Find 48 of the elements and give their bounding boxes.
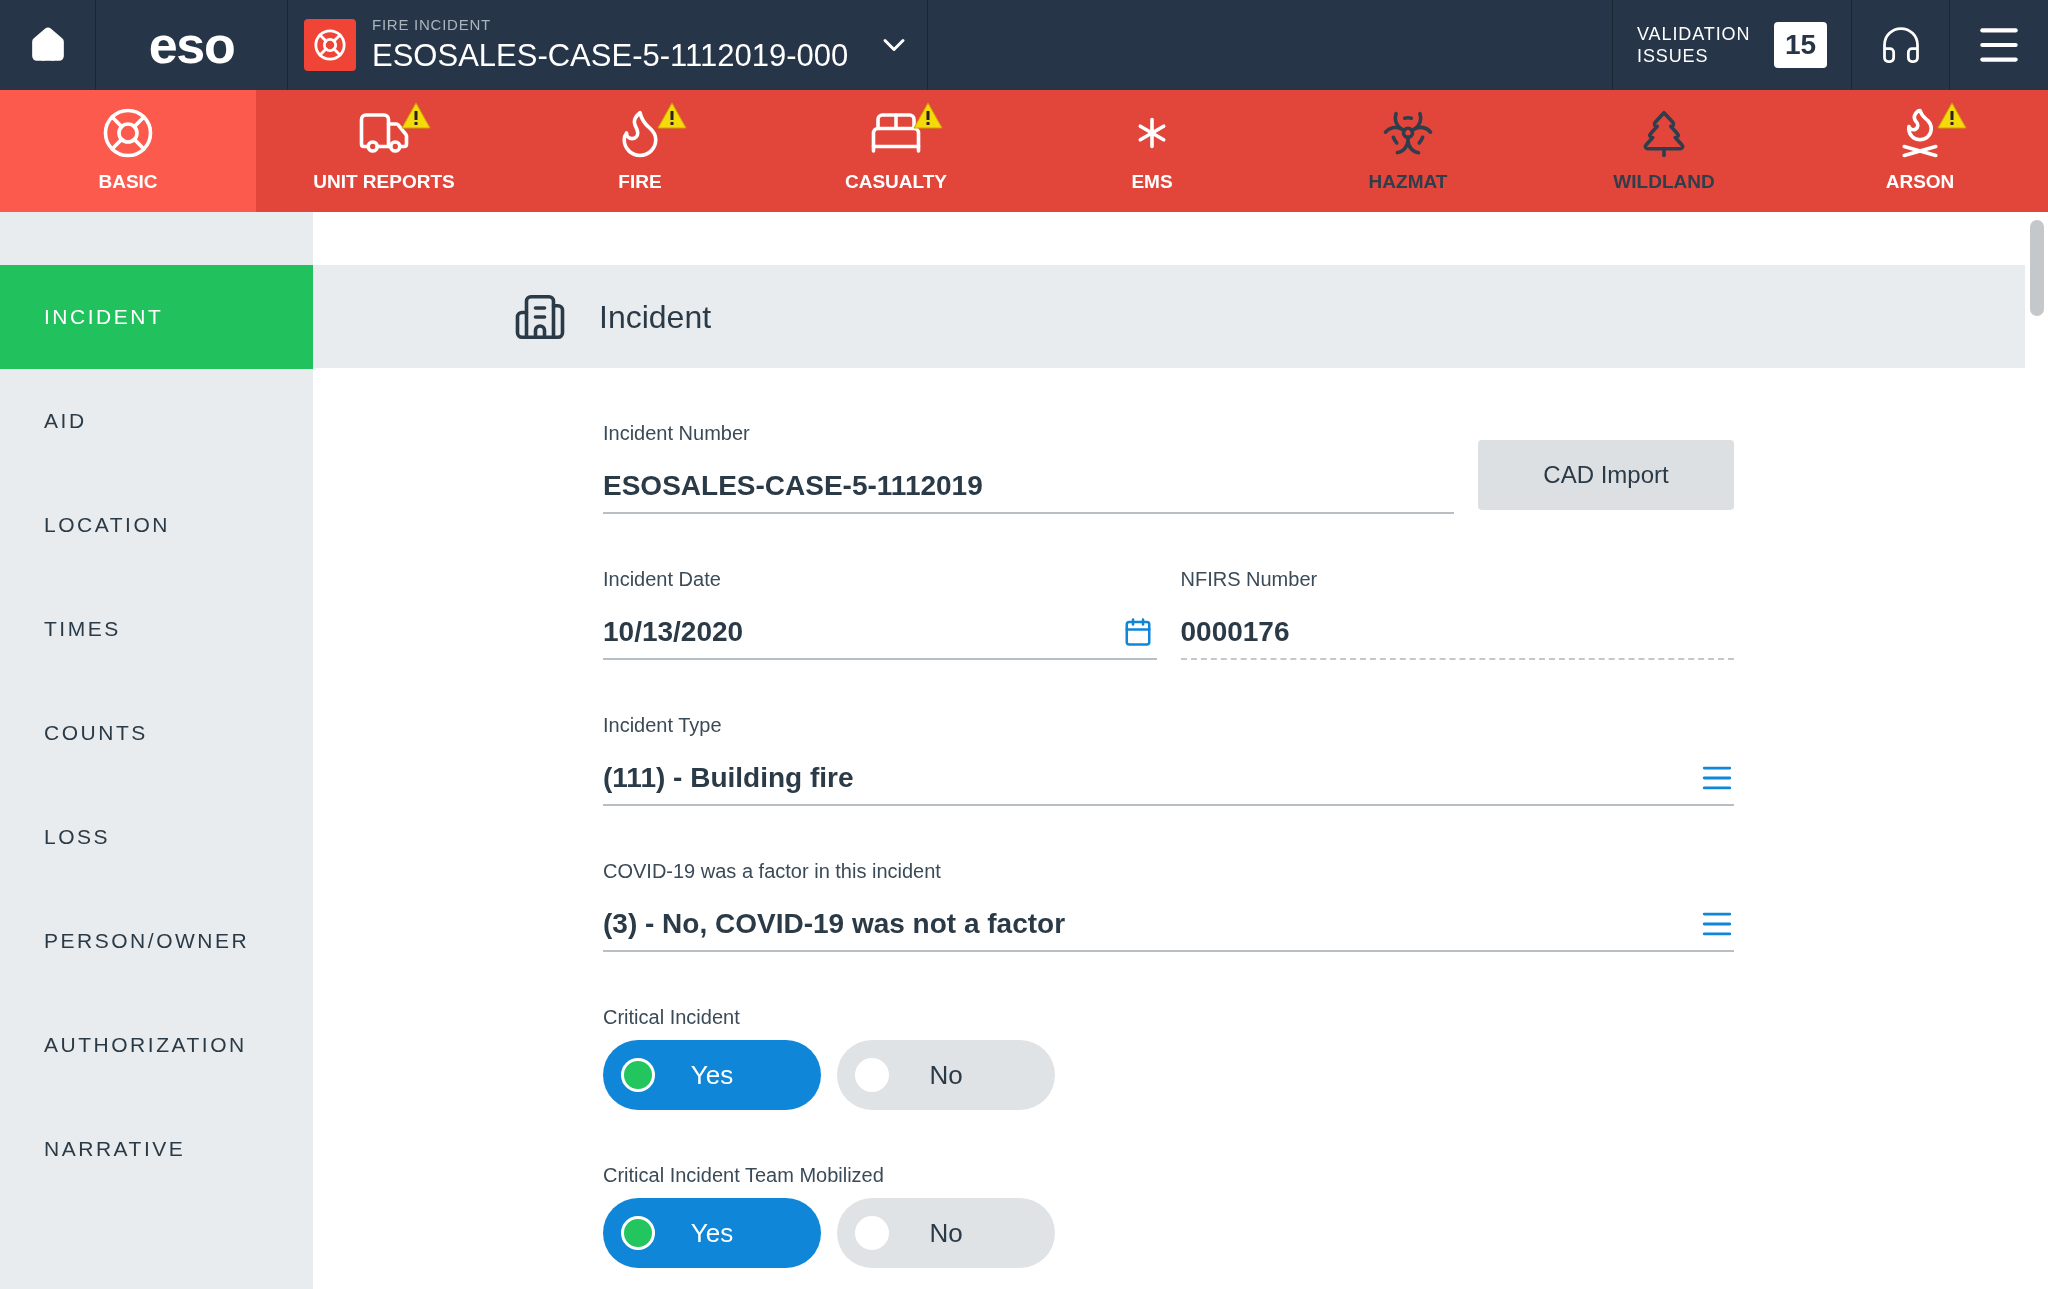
- field-label: Critical Incident: [603, 1005, 741, 1030]
- sidebar-item[interactable]: AID: [0, 369, 313, 473]
- input-field[interactable]: (3) - No, COVID-19 was not a factor: [603, 898, 1734, 952]
- field-label: COVID-19 was a factor in this incident: [603, 859, 942, 884]
- cad-import-button[interactable]: CAD Import: [1478, 440, 1734, 510]
- sidebar-item[interactable]: PERSON/OWNER: [0, 889, 313, 993]
- validation-label: VALIDATION ISSUES: [1637, 22, 1752, 68]
- field-label: NFIRS Number: [1180, 567, 1319, 592]
- logo: eso: [148, 19, 235, 71]
- field-value: ESOSALES-CASE-5-1112019: [603, 469, 983, 503]
- scrollbar[interactable]: [2030, 220, 2044, 316]
- record-title: ESOSALES-CASE-5-1112019-000: [372, 36, 849, 75]
- field-label: Incident Type: [603, 713, 723, 738]
- field-label: Incident Number: [603, 421, 751, 446]
- sidebar-item[interactable]: TIMES: [0, 577, 313, 681]
- sidebar-item[interactable]: COUNTS: [0, 681, 313, 785]
- sidebar-item[interactable]: NARRATIVE: [0, 1097, 313, 1201]
- sidebar-item[interactable]: LOSS: [0, 785, 313, 889]
- radio-option[interactable]: No: [837, 1198, 1055, 1268]
- field-value: (111) - Building fire: [603, 761, 854, 795]
- warning-icon: [1937, 101, 1967, 129]
- record-type: FIRE INCIDENT: [372, 15, 492, 36]
- module-tab[interactable]: ARSON: [1792, 90, 2048, 212]
- input-field[interactable]: (111) - Building fire: [603, 752, 1734, 806]
- field-value: 10/13/2020: [603, 615, 744, 649]
- input-field[interactable]: 0000176: [1180, 606, 1734, 660]
- radio-option[interactable]: Yes: [603, 1198, 821, 1268]
- radio-option[interactable]: Yes: [603, 1040, 821, 1110]
- field-label: Critical Incident Team Mobilized: [603, 1163, 885, 1188]
- radio-option[interactable]: No: [837, 1040, 1055, 1110]
- module-tab[interactable]: UNIT REPORTS: [256, 90, 512, 212]
- warning-icon: [657, 101, 687, 129]
- module-tab[interactable]: EMS: [1024, 90, 1280, 212]
- incident-badge-icon: [304, 19, 356, 71]
- sidebar-item[interactable]: AUTHORIZATION: [0, 993, 313, 1097]
- module-tab[interactable]: FIRE: [512, 90, 768, 212]
- module-tab[interactable]: CASUALTY: [768, 90, 1024, 212]
- validation-count[interactable]: 15: [1774, 22, 1827, 68]
- input-field[interactable]: 10/13/2020: [603, 606, 1157, 660]
- warning-icon: [913, 101, 943, 129]
- field-label: Incident Date: [603, 567, 722, 592]
- input-field[interactable]: ESOSALES-CASE-5-1112019: [603, 460, 1454, 514]
- sidebar-item[interactable]: LOCATION: [0, 473, 313, 577]
- warning-icon: [401, 101, 431, 129]
- field-value: 0000176: [1180, 615, 1290, 649]
- field-value: (3) - No, COVID-19 was not a factor: [603, 907, 1066, 941]
- section-title: Incident: [599, 297, 712, 337]
- calendar-icon: [1122, 617, 1153, 647]
